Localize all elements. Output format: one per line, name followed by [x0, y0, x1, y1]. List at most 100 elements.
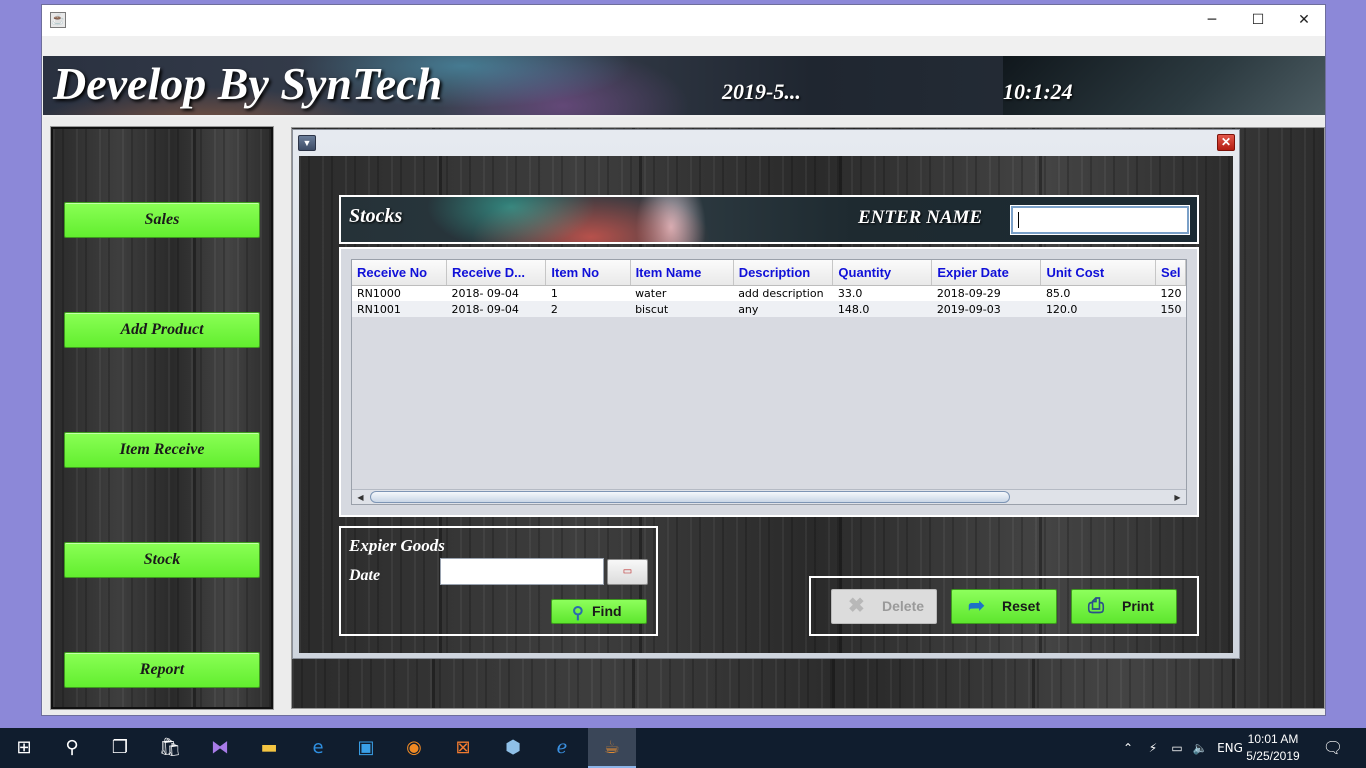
table-cell: 2018- 09-04: [446, 301, 546, 317]
java-app-icon[interactable]: ☕: [588, 728, 636, 768]
header-banner: Develop By SynTech 2019-5... 10:1:24: [43, 56, 1325, 115]
taskbar: ⊞ ⚲ ❐ 🛍 ⧓ ▬ e ▣ ◉ ⊠ ⬢ ℯ ☕ ⌃ ⚡ ▭ 🔈 ENG 10…: [0, 728, 1366, 768]
column-header[interactable]: Receive D...: [446, 260, 547, 286]
table-cell: 150: [1155, 301, 1186, 317]
date-field[interactable]: [440, 558, 604, 585]
stock-table-grid: Receive No Receive D... Item No Item Nam…: [352, 260, 1186, 317]
column-header[interactable]: Description: [733, 260, 834, 286]
scroll-left-icon[interactable]: ◀: [353, 491, 368, 504]
sidebar-item-report[interactable]: Report: [64, 652, 260, 688]
network-icon[interactable]: ⚡: [1142, 728, 1164, 768]
column-header[interactable]: Item No: [545, 260, 631, 286]
table-row[interactable]: RN1001 2018- 09-04 2 biscut any 148.0 20…: [352, 301, 1186, 317]
scroll-right-icon[interactable]: ▶: [1170, 491, 1185, 504]
reset-button-label: Reset: [1002, 598, 1041, 614]
volume-icon[interactable]: 🔈: [1189, 728, 1211, 768]
delete-button[interactable]: ✖ Delete: [831, 589, 937, 624]
stocks-title: Stocks: [349, 205, 403, 227]
table-cell: 120: [1155, 285, 1186, 301]
reset-arrow-icon: ➦: [968, 595, 985, 617]
table-cell: any: [733, 301, 833, 317]
sidebar-item-add-product[interactable]: Add Product: [64, 312, 260, 348]
windows-start-icon[interactable]: ⊞: [0, 728, 48, 768]
sidebar: Sales Add Product Item Receive Stock Rep…: [50, 126, 274, 710]
file-explorer-icon[interactable]: ▬: [245, 728, 293, 768]
name-search-input[interactable]: [1010, 205, 1190, 235]
column-header[interactable]: Quantity: [832, 260, 933, 286]
menu-strip: [42, 36, 1325, 56]
calendar-icon[interactable]: ▭: [607, 559, 648, 585]
table-cell: 148.0: [832, 301, 932, 317]
xampp-icon[interactable]: ⊠: [439, 728, 487, 768]
tray-chevron-icon[interactable]: ⌃: [1119, 728, 1137, 768]
table-cell: 2018- 09-04: [446, 285, 546, 301]
maximize-button[interactable]: ☐: [1235, 5, 1281, 36]
column-header[interactable]: Sel: [1155, 260, 1186, 286]
sidebar-item-stock[interactable]: Stock: [64, 542, 260, 578]
clock-date[interactable]: 5/25/2019: [1238, 749, 1308, 763]
table-cell: biscut: [630, 301, 734, 317]
stock-frame-body: Stocks ENTER NAME Receive No Receive D..…: [299, 156, 1233, 653]
stock-table[interactable]: Receive No Receive D... Item No Item Nam…: [351, 259, 1187, 505]
table-cell: water: [630, 285, 734, 301]
title-bar[interactable]: ☕ ─ ☐ ✕: [42, 5, 1325, 36]
search-icon[interactable]: ⚲: [48, 728, 96, 768]
table-cell: 2019-09-03: [931, 301, 1041, 317]
clock-time[interactable]: 10:01 AM: [1238, 732, 1308, 746]
app-title: Develop By SynTech: [53, 58, 443, 109]
scrollbar-thumb[interactable]: [370, 491, 1010, 503]
reset-button[interactable]: ➦ Reset: [951, 589, 1057, 624]
table-cell: 2: [545, 301, 631, 317]
column-header[interactable]: Unit Cost: [1040, 260, 1157, 286]
minimize-button[interactable]: ─: [1189, 5, 1235, 36]
stock-internal-frame: ▼ ✕ Stocks ENTER NAME Receive No Receive…: [292, 129, 1240, 659]
enter-name-label: ENTER NAME: [858, 207, 983, 228]
battery-icon[interactable]: ▭: [1166, 728, 1188, 768]
find-button[interactable]: ⚲ Find: [551, 599, 647, 624]
table-row[interactable]: RN1000 2018- 09-04 1 water add descripti…: [352, 285, 1186, 301]
task-view-icon[interactable]: ❐: [96, 728, 144, 768]
print-button[interactable]: ⎙ Print: [1071, 589, 1177, 624]
table-cell: 1: [545, 285, 631, 301]
visual-studio-icon[interactable]: ⧓: [196, 728, 244, 768]
delete-icon: ✖: [848, 595, 865, 617]
notification-icon[interactable]: 🗨: [1320, 728, 1346, 768]
table-header-row: Receive No Receive D... Item No Item Nam…: [352, 260, 1186, 286]
horizontal-scrollbar[interactable]: ◀ ▶: [352, 489, 1186, 504]
column-header[interactable]: Item Name: [630, 260, 734, 286]
action-panel: ✖ Delete ➦ Reset ⎙ Print: [809, 576, 1199, 636]
virtualbox-icon[interactable]: ⬢: [489, 728, 537, 768]
internet-explorer-icon[interactable]: ℯ: [538, 728, 586, 768]
app-icon[interactable]: ▣: [342, 728, 390, 768]
table-cell: 120.0: [1040, 301, 1156, 317]
header-date: 2019-5...: [722, 79, 801, 104]
header-time: 10:1:24: [1003, 79, 1073, 104]
frame-menu-icon[interactable]: ▼: [298, 135, 316, 151]
table-cell: 33.0: [832, 285, 932, 301]
stock-table-panel: Receive No Receive D... Item No Item Nam…: [339, 247, 1199, 517]
uc-browser-icon[interactable]: ◉: [390, 728, 438, 768]
store-icon[interactable]: 🛍: [146, 728, 194, 768]
text-caret: [1018, 212, 1019, 228]
table-cell: RN1000: [352, 285, 447, 301]
table-cell: RN1001: [352, 301, 447, 317]
stocks-header: Stocks ENTER NAME: [339, 195, 1199, 244]
table-cell: add description: [733, 285, 833, 301]
table-cell: 2018-09-29: [931, 285, 1041, 301]
frame-close-icon[interactable]: ✕: [1217, 134, 1235, 151]
edge-icon[interactable]: e: [294, 728, 342, 768]
delete-button-label: Delete: [882, 598, 925, 614]
date-label: Date: [349, 567, 381, 584]
find-button-label: Find: [592, 603, 622, 619]
java-cup-icon: ☕: [50, 12, 66, 28]
column-header[interactable]: Expier Date: [931, 260, 1042, 286]
app-window: ☕ ─ ☐ ✕ Develop By SynTech 2019-5... 10:…: [41, 4, 1326, 716]
sidebar-item-item-receive[interactable]: Item Receive: [64, 432, 260, 468]
magnifier-icon: ⚲: [572, 605, 584, 622]
printer-icon: ⎙: [1088, 595, 1104, 617]
sidebar-item-sales[interactable]: Sales: [64, 202, 260, 238]
close-button[interactable]: ✕: [1281, 5, 1327, 36]
column-header[interactable]: Receive No: [352, 260, 447, 286]
table-cell: 85.0: [1040, 285, 1156, 301]
expire-goods-title: Expier Goods: [349, 536, 445, 555]
